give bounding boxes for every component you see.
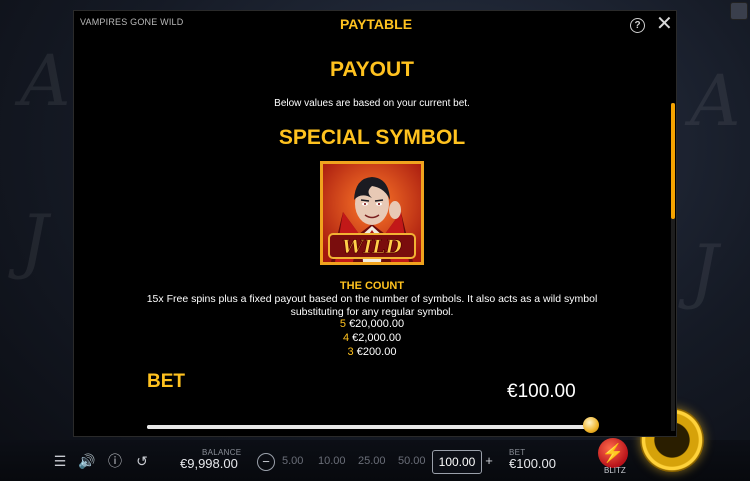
special-symbol-heading: SPECIAL SYMBOL (278, 126, 466, 149)
plus-icon: + (485, 453, 493, 468)
corner-flask-icon[interactable] (730, 2, 748, 20)
bet-decrease-button[interactable]: − (257, 453, 275, 471)
bet-option[interactable]: 5.00 (282, 455, 303, 467)
balance-value: €9,998.00 (180, 456, 238, 471)
symbol-description: 15x Free spins plus a fixed payout based… (146, 293, 598, 318)
close-icon[interactable]: ✕ (656, 14, 673, 34)
bet-option[interactable]: 25.00 (358, 455, 386, 467)
payout-row: 5 €20,000.00 (74, 318, 670, 330)
bet-section-value: €100.00 (507, 381, 576, 402)
payout-row: 4 €2,000.00 (74, 332, 670, 344)
payout-amount: €200.00 (356, 346, 397, 358)
bet-option[interactable]: 10.00 (318, 455, 346, 467)
bet-increase-button[interactable]: + (481, 453, 497, 469)
payout-note: Below values are based on your current b… (274, 98, 470, 109)
bet-section-label: BET (147, 371, 185, 392)
bet-slider-handle[interactable] (583, 417, 599, 433)
scrollbar-thumb[interactable] (671, 103, 675, 219)
lightning-icon: ⚡ (601, 443, 625, 463)
blitz-button[interactable]: ⚡ (598, 438, 628, 468)
bet-slider-track[interactable] (147, 425, 591, 429)
symbol-name: THE COUNT (339, 280, 405, 292)
payout-count: 5 (339, 318, 346, 330)
minus-icon: − (262, 454, 270, 469)
menu-icon[interactable]: ☰ (52, 453, 68, 469)
payout-amount: €2,000.00 (352, 332, 402, 344)
blitz-label: BLITZ (604, 466, 626, 475)
current-bet-box[interactable]: 100.00 (432, 450, 482, 474)
vampire-portrait-icon: WILD (323, 164, 421, 262)
speaker-icon[interactable]: 🔊 (78, 453, 95, 469)
payout-count: 3 (347, 346, 354, 358)
history-icon[interactable]: ↺ (134, 453, 150, 469)
bet-slider-fill (147, 425, 591, 429)
wild-badge-text: WILD (342, 236, 403, 258)
payout-heading: PAYOUT (329, 58, 415, 81)
payout-count: 4 (342, 332, 350, 344)
the-count-wild-symbol: WILD (320, 161, 424, 265)
bet-option[interactable]: 50.00 (398, 455, 426, 467)
payout-row: 3 €200.00 (74, 346, 670, 358)
help-circle-icon[interactable]: ? (630, 18, 645, 33)
bet-value: €100.00 (509, 456, 556, 471)
paytable-modal: VAMPIRES GONE WILD PAYTABLE ? ✕ PAYOUT B… (73, 10, 677, 437)
info-icon[interactable]: ⓘ (107, 453, 123, 469)
payout-amount: €20,000.00 (349, 318, 405, 330)
modal-title: PAYTABLE (339, 16, 413, 32)
